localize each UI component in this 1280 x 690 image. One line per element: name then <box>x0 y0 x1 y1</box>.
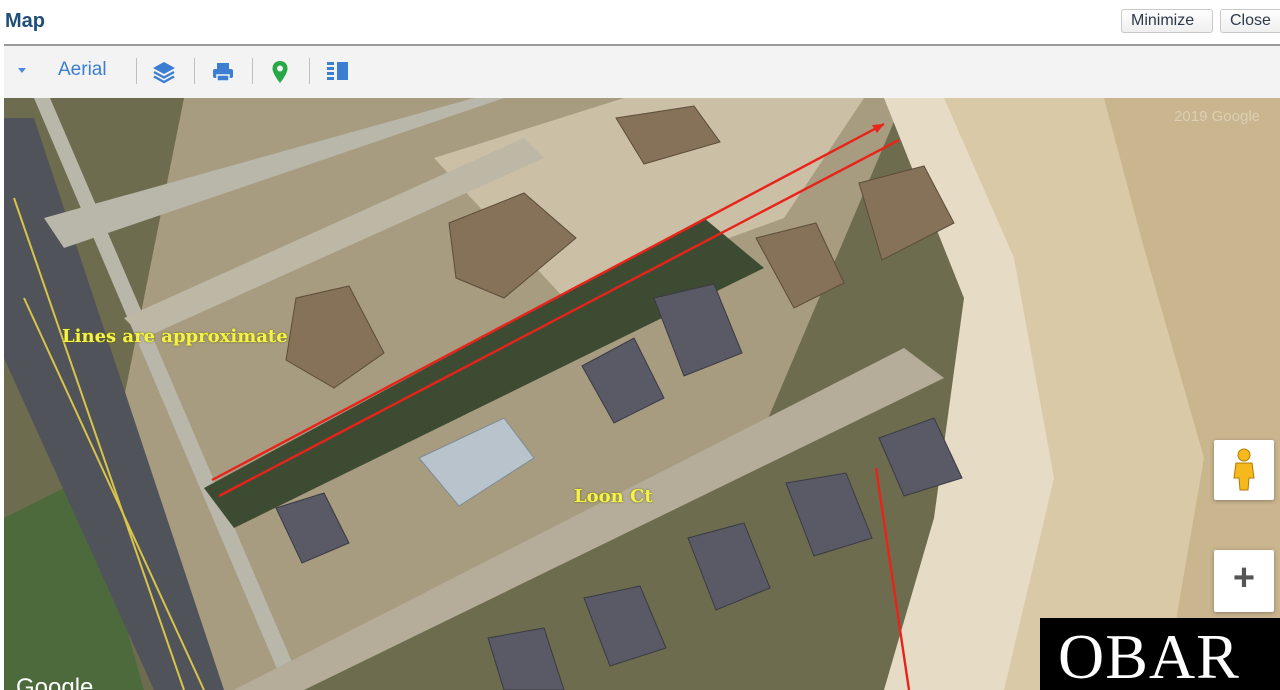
plus-icon: + <box>1232 557 1256 599</box>
map-copyright: 2019 Google <box>1174 108 1260 125</box>
street-label: Loon Ct <box>574 486 653 507</box>
google-logo: Google <box>16 674 94 690</box>
toolbar-divider <box>252 58 253 84</box>
zoom-in-button[interactable]: + <box>1214 550 1274 612</box>
layers-icon[interactable] <box>150 58 178 86</box>
aerial-map[interactable]: Lines are approximate Loon Ct 2019 Googl… <box>4 98 1280 690</box>
window-header: Map Minimize Close <box>0 0 1280 44</box>
street-view-pegman[interactable] <box>1214 440 1274 500</box>
toolbar-divider <box>136 58 137 84</box>
chevron-down-icon[interactable] <box>18 68 26 73</box>
approximate-lines-annotation: Lines are approximate <box>62 326 288 347</box>
close-button[interactable]: Close <box>1220 9 1280 33</box>
map-toolbar: Aerial <box>4 46 1280 99</box>
toolbar-divider <box>309 58 310 84</box>
aerial-imagery <box>4 98 1280 690</box>
pegman-icon <box>1233 448 1255 491</box>
obar-logo: OBAR <box>1058 621 1240 690</box>
toolbar-divider <box>194 58 195 84</box>
obar-watermark: OBAR <box>1040 618 1280 690</box>
map-type-selector[interactable]: Aerial <box>58 59 107 81</box>
map-pin-icon[interactable] <box>266 58 294 86</box>
print-icon[interactable] <box>209 58 237 86</box>
minimize-button[interactable]: Minimize <box>1121 9 1213 33</box>
list-view-icon[interactable] <box>324 58 352 86</box>
window-title: Map <box>5 10 45 32</box>
